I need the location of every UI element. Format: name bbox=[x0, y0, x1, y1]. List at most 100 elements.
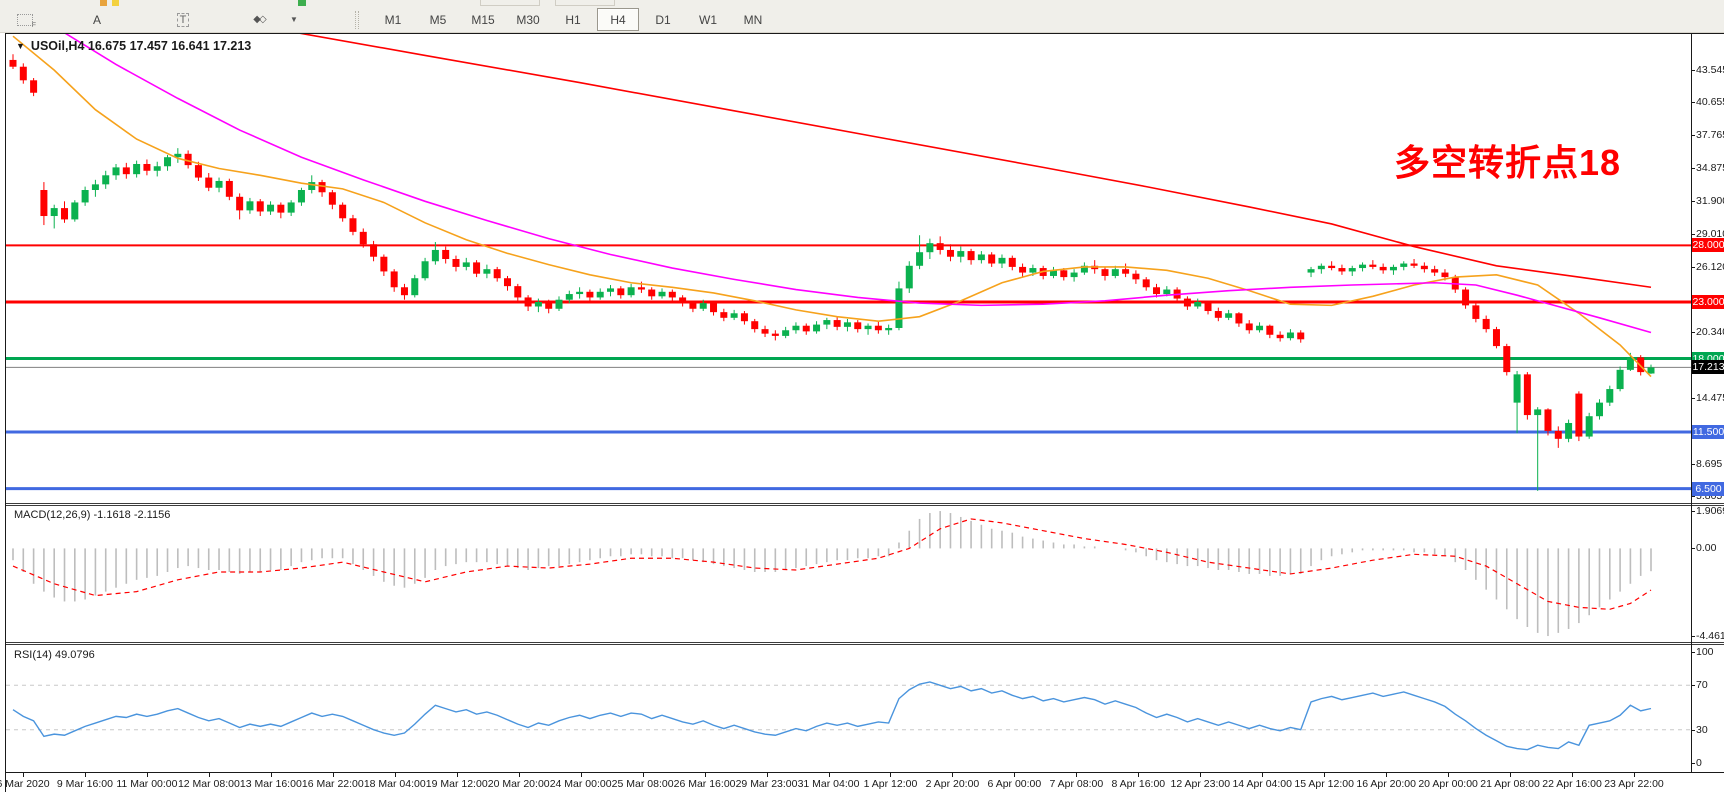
candle-body bbox=[679, 297, 686, 303]
time-label: 11 Mar 00:00 bbox=[116, 778, 177, 790]
candle-body bbox=[813, 325, 820, 332]
candle-body bbox=[947, 250, 954, 257]
candle-body bbox=[1143, 279, 1150, 287]
candle-body bbox=[1266, 326, 1273, 335]
candle-body bbox=[308, 182, 315, 190]
rsi-scale-label: 0 bbox=[1696, 757, 1724, 770]
candle-body bbox=[535, 302, 542, 307]
time-axis[interactable]: 6 Mar 20209 Mar 16:0011 Mar 00:0012 Mar … bbox=[6, 772, 1724, 793]
shapes-button[interactable]: ◆◇ bbox=[242, 8, 276, 31]
candle-body bbox=[246, 201, 253, 210]
candle-body bbox=[700, 303, 707, 309]
toolbar-fragment-button bbox=[480, 0, 540, 6]
candle-body bbox=[1462, 290, 1469, 306]
macd-scale-label: 1.9069 bbox=[1696, 505, 1724, 518]
pane-separator[interactable] bbox=[6, 503, 1724, 506]
time-label: 19 Mar 12:00 bbox=[426, 778, 488, 790]
candle-body bbox=[236, 197, 243, 211]
time-label: 13 Mar 16:00 bbox=[240, 778, 302, 790]
candle-body bbox=[638, 287, 645, 289]
candle-body bbox=[71, 202, 78, 219]
price-tick-label: 34.875 bbox=[1696, 162, 1724, 175]
time-tick bbox=[85, 773, 86, 777]
time-label: 6 Mar 2020 bbox=[0, 778, 50, 790]
timeframe-button-MN[interactable]: MN bbox=[732, 8, 774, 31]
time-label: 15 Apr 12:00 bbox=[1294, 778, 1354, 790]
time-label: 18 Mar 04:00 bbox=[364, 778, 426, 790]
price-tick-label: 43.545 bbox=[1696, 64, 1724, 77]
candle-body bbox=[349, 218, 356, 232]
price-tick-label-tick bbox=[1691, 267, 1695, 268]
candle-body bbox=[525, 297, 532, 306]
time-label: 21 Apr 08:00 bbox=[1480, 778, 1540, 790]
price-tick-label-tick bbox=[1691, 201, 1695, 202]
candle-body bbox=[556, 300, 563, 309]
pane-separator[interactable] bbox=[6, 642, 1724, 645]
timeframe-button-M15[interactable]: M15 bbox=[462, 8, 504, 31]
timeframe-button-M5[interactable]: M5 bbox=[417, 8, 459, 31]
grid-template-button[interactable]: F bbox=[10, 8, 40, 31]
chart-window: ▼ USOil,H4 16.675 17.457 16.641 17.213 多… bbox=[5, 33, 1724, 792]
candle-body bbox=[1225, 313, 1232, 318]
time-label: 16 Mar 22:00 bbox=[302, 778, 364, 790]
candle-body bbox=[710, 303, 717, 312]
candle-body bbox=[10, 60, 17, 67]
candle-body bbox=[968, 251, 975, 260]
candle-body bbox=[154, 166, 161, 171]
candle-body bbox=[1215, 311, 1222, 318]
macd-pane[interactable] bbox=[6, 506, 1724, 642]
timeframe-button-W1[interactable]: W1 bbox=[687, 8, 729, 31]
candle-body bbox=[267, 205, 274, 212]
candle-body bbox=[1297, 333, 1304, 340]
candle-body bbox=[360, 232, 367, 244]
candle-body bbox=[195, 165, 202, 177]
timeframe-button-M30[interactable]: M30 bbox=[507, 8, 549, 31]
rsi-scale-label: 70 bbox=[1696, 679, 1724, 692]
candle-body bbox=[875, 326, 882, 331]
timeframe-button-H1[interactable]: H1 bbox=[552, 8, 594, 31]
candle-body bbox=[473, 262, 480, 273]
shapes-dropdown-button[interactable]: ▼ bbox=[286, 8, 302, 31]
timeframe-button-M1[interactable]: M1 bbox=[372, 8, 414, 31]
hline-price-label: 23.000 bbox=[1692, 295, 1724, 309]
time-tick bbox=[457, 773, 458, 777]
text-box-button[interactable]: T bbox=[168, 8, 198, 31]
candle-body bbox=[1184, 299, 1191, 307]
price-pane[interactable] bbox=[6, 34, 1724, 503]
candle-body bbox=[380, 257, 387, 272]
rsi-scale-label-tick bbox=[1691, 763, 1695, 764]
candle-body bbox=[916, 252, 923, 266]
price-tick-label: 31.900 bbox=[1696, 195, 1724, 208]
candle-body bbox=[1308, 269, 1315, 272]
candle-body bbox=[20, 67, 27, 81]
price-tick-label-tick bbox=[1691, 70, 1695, 71]
candle-body bbox=[1648, 367, 1655, 373]
price-tick-label-tick bbox=[1691, 464, 1695, 465]
price-tick-label: 40.655 bbox=[1696, 96, 1724, 109]
time-tick bbox=[271, 773, 272, 777]
time-label: 25 Mar 08:00 bbox=[612, 778, 674, 790]
rsi-pane[interactable] bbox=[6, 645, 1724, 772]
timeframe-button-D1[interactable]: D1 bbox=[642, 8, 684, 31]
candle-body bbox=[1380, 267, 1387, 270]
rsi-scale-label-tick bbox=[1691, 685, 1695, 686]
timeframe-button-H4[interactable]: H4 bbox=[597, 8, 639, 31]
chart-title[interactable]: ▼ USOil,H4 16.675 17.457 16.641 17.213 bbox=[16, 39, 251, 53]
chart-dropdown-icon[interactable]: ▼ bbox=[16, 41, 25, 51]
candle-body bbox=[998, 258, 1005, 264]
candle-body bbox=[164, 157, 171, 166]
candle-body bbox=[648, 290, 655, 297]
candle-body bbox=[906, 266, 913, 289]
time-label: 29 Mar 23:00 bbox=[736, 778, 798, 790]
candle-body bbox=[597, 292, 604, 298]
time-label: 14 Apr 04:00 bbox=[1232, 778, 1292, 790]
candle-body bbox=[617, 288, 624, 295]
candle-body bbox=[123, 167, 130, 174]
candle-body bbox=[834, 320, 841, 327]
letter-t-icon: T bbox=[177, 13, 190, 27]
candle-body bbox=[1493, 329, 1500, 346]
text-label-button[interactable]: A bbox=[82, 8, 112, 31]
time-tick bbox=[1200, 773, 1201, 777]
candle-body bbox=[1246, 323, 1253, 330]
candle-body bbox=[257, 201, 264, 211]
